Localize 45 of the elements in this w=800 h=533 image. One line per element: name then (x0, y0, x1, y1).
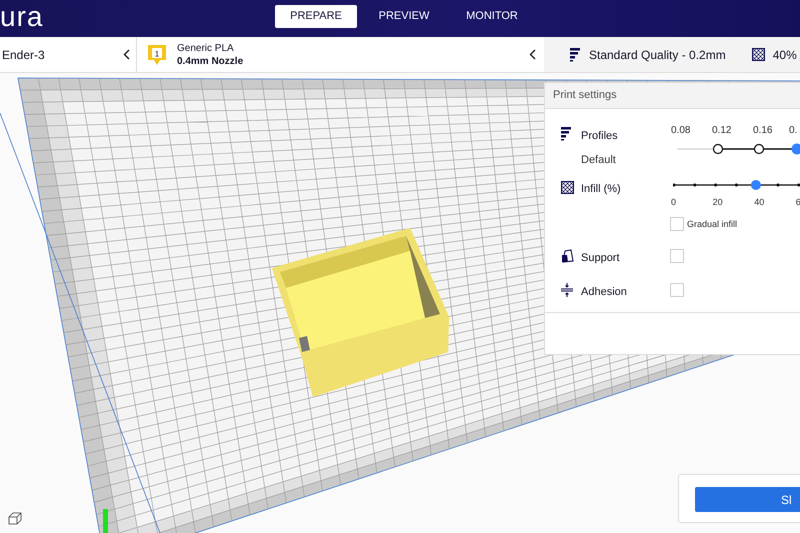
layer-height-label: 0. (789, 124, 798, 138)
gradual-infill-label: Gradual infill (687, 218, 738, 231)
layer-height-slider[interactable] (677, 142, 800, 156)
gradual-infill-checkbox[interactable] (670, 217, 684, 231)
stage-tab[interactable]: MONITOR (451, 5, 533, 28)
layer-height-label: 0.16 (753, 124, 772, 138)
model-box-drawing[interactable] (272, 228, 449, 397)
infill-slider[interactable] (673, 178, 800, 192)
adhesion-label: Adhesion (581, 285, 627, 300)
infill-label: Infill (%) (581, 182, 621, 197)
infill-tick-label: 20 (712, 196, 723, 209)
panel-title: Print settings (545, 83, 800, 109)
infill-percentage: 40% (772, 46, 797, 64)
y-axis-marker (103, 509, 108, 533)
printer-selector[interactable]: Ender-3 (0, 37, 137, 72)
quality-icon (561, 127, 572, 141)
app-logo-text: ura (0, 0, 44, 34)
support-checkbox[interactable] (670, 249, 684, 263)
support-label: Support (581, 251, 620, 266)
quality-icon (570, 48, 581, 62)
layer-height-label: 0.12 (712, 124, 732, 138)
chevron-left-icon (123, 49, 130, 60)
view-cube-icon[interactable] (8, 512, 22, 524)
stage-tab[interactable]: PREVIEW (363, 5, 445, 28)
profile-name: Default (581, 153, 616, 168)
infill-tick-label: 40 (754, 196, 764, 209)
printer-name: Ender-3 (2, 46, 45, 64)
support-icon (561, 249, 574, 263)
stage-tab[interactable]: PREPARE (275, 5, 357, 28)
infill-tick-label: 6 (796, 196, 800, 209)
material-selector[interactable]: 1 Generic PLA 0.4mm Nozzle (137, 37, 544, 72)
layer-height-label: 0.08 (671, 124, 690, 138)
chevron-left-icon (529, 49, 536, 60)
material-name: Generic PLA (177, 42, 235, 54)
infill-icon (561, 181, 574, 194)
nozzle-size: 0.4mm Nozzle (177, 54, 244, 68)
slice-button[interactable]: Sl (695, 487, 800, 512)
adhesion-icon (561, 283, 573, 297)
extruder-badge-icon: 1 (147, 44, 167, 66)
profiles-label: Profiles (581, 129, 618, 144)
infill-icon (752, 48, 765, 61)
quality-profile: Standard Quality - 0.2mm (589, 46, 726, 64)
infill-tick-label: 0 (671, 196, 676, 209)
adhesion-checkbox[interactable] (670, 283, 684, 297)
print-settings-summary[interactable]: Standard Quality - 0.2mm 40% (544, 37, 800, 72)
